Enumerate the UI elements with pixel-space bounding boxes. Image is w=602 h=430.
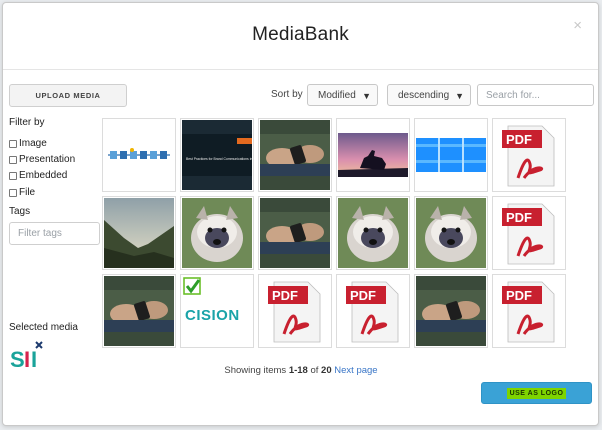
sort-field-value: Modified: [318, 89, 356, 101]
pagination-prefix: Showing items: [224, 365, 289, 376]
embedded-checkbox[interactable]: [9, 171, 17, 180]
pdf-label: PDF: [506, 288, 532, 303]
search-input[interactable]: [477, 84, 594, 106]
pdf-label: PDF: [272, 288, 298, 303]
presentation-text: Best Practices for Brand Communications …: [186, 157, 252, 161]
sort-field-select[interactable]: Modified ▼: [307, 84, 378, 106]
media-tile-photo-phone[interactable]: [102, 274, 176, 348]
close-icon[interactable]: ×: [573, 18, 582, 33]
sort-order-select[interactable]: descending ▼: [387, 84, 471, 106]
file-checkbox[interactable]: [9, 188, 17, 197]
pagination-of: of: [307, 365, 322, 376]
use-as-logo-button[interactable]: USE AS LOGO: [481, 382, 592, 404]
sort-by-label: Sort by: [271, 89, 303, 100]
next-page-link[interactable]: Next page: [334, 365, 377, 376]
media-tile-timeline-slide[interactable]: [102, 118, 176, 192]
timeline-slide-thumbnail: [104, 120, 174, 190]
modal-title: MediaBank: [252, 24, 349, 45]
pdf-label: PDF: [506, 132, 532, 147]
photo-phone-thumbnail: [260, 120, 330, 190]
photo-horse-sunset-thumbnail: [338, 133, 408, 177]
chevron-down-icon: ▼: [455, 91, 464, 101]
media-tile-photo-phone[interactable]: [258, 196, 332, 270]
pdf-icon-thumbnail: PDF: [502, 281, 555, 343]
filter-option-label: Embedded: [19, 170, 68, 181]
selected-media-heading: Selected media: [9, 322, 78, 333]
media-tile-pdf-icon[interactable]: PDF: [492, 118, 566, 192]
filter-by-heading: Filter by: [9, 117, 45, 128]
cision-logo-thumbnail: CISION: [182, 276, 252, 346]
media-tile-photo-dog[interactable]: [414, 196, 488, 270]
media-tile-photo-phone[interactable]: [414, 274, 488, 348]
tags-heading: Tags: [9, 206, 31, 217]
filter-option-label: Presentation: [19, 154, 76, 165]
modal-header: MediaBank ×: [3, 3, 598, 70]
use-as-logo-label: USE AS LOGO: [506, 387, 567, 399]
media-tile-photo-dog[interactable]: [180, 196, 254, 270]
filter-tags-input[interactable]: [9, 222, 100, 245]
sort-order-value: descending: [398, 89, 450, 101]
photo-valley-thumbnail: [104, 198, 174, 268]
media-grid: Best Practices for Brand Communications …: [102, 118, 572, 350]
pdf-icon-thumbnail: PDF: [502, 125, 555, 187]
pagination-range: 1-18: [288, 365, 308, 376]
photo-phone-thumbnail: [104, 276, 174, 346]
media-tile-pdf-icon[interactable]: PDF: [492, 274, 566, 348]
media-tile-pdf-icon[interactable]: PDF: [258, 274, 332, 348]
filter-option-label: Image: [19, 138, 47, 149]
pagination-status: Showing items 1-18 of 20 Next page: [0, 365, 602, 376]
pdf-icon-thumbnail: PDF: [346, 281, 399, 343]
media-tile-cision-logo[interactable]: CISION: [180, 274, 254, 348]
chevron-down-icon: ▼: [362, 91, 371, 101]
media-tile-blue-grid[interactable]: [414, 118, 488, 192]
photo-phone-thumbnail: [416, 276, 486, 346]
photo-dog-thumbnail: [182, 198, 252, 268]
blue-grid-thumbnail: [416, 138, 486, 172]
photo-dog-thumbnail: [338, 198, 408, 268]
pdf-label: PDF: [350, 288, 376, 303]
filter-image-option[interactable]: Image: [9, 138, 47, 149]
media-tile-photo-dog[interactable]: [336, 196, 410, 270]
photo-dog-thumbnail: [416, 198, 486, 268]
cision-wordmark: CISION: [185, 307, 240, 324]
media-tile-pdf-icon[interactable]: PDF: [336, 274, 410, 348]
media-tile-pdf-icon[interactable]: PDF: [492, 196, 566, 270]
media-tile-photo-phone[interactable]: [258, 118, 332, 192]
media-tile-photo-horse-sunset[interactable]: [336, 118, 410, 192]
photo-phone-thumbnail: [260, 198, 330, 268]
pagination-total: 20: [321, 365, 332, 376]
pdf-icon-thumbnail: PDF: [268, 281, 321, 343]
pdf-icon-thumbnail: PDF: [502, 203, 555, 265]
presentation-thumbnail: Best Practices for Brand Communications …: [182, 120, 252, 190]
media-tile-presentation[interactable]: Best Practices for Brand Communications …: [180, 118, 254, 192]
filter-presentation-option[interactable]: Presentation: [9, 154, 75, 165]
filter-embedded-option[interactable]: Embedded: [9, 170, 67, 181]
pdf-label: PDF: [506, 210, 532, 225]
image-checkbox[interactable]: [9, 139, 17, 148]
filter-option-label: File: [19, 187, 36, 198]
filter-file-option[interactable]: File: [9, 187, 35, 198]
media-tile-photo-valley[interactable]: [102, 196, 176, 270]
presentation-checkbox[interactable]: [9, 155, 17, 164]
upload-media-button[interactable]: UPLOAD MEDIA: [9, 84, 127, 107]
